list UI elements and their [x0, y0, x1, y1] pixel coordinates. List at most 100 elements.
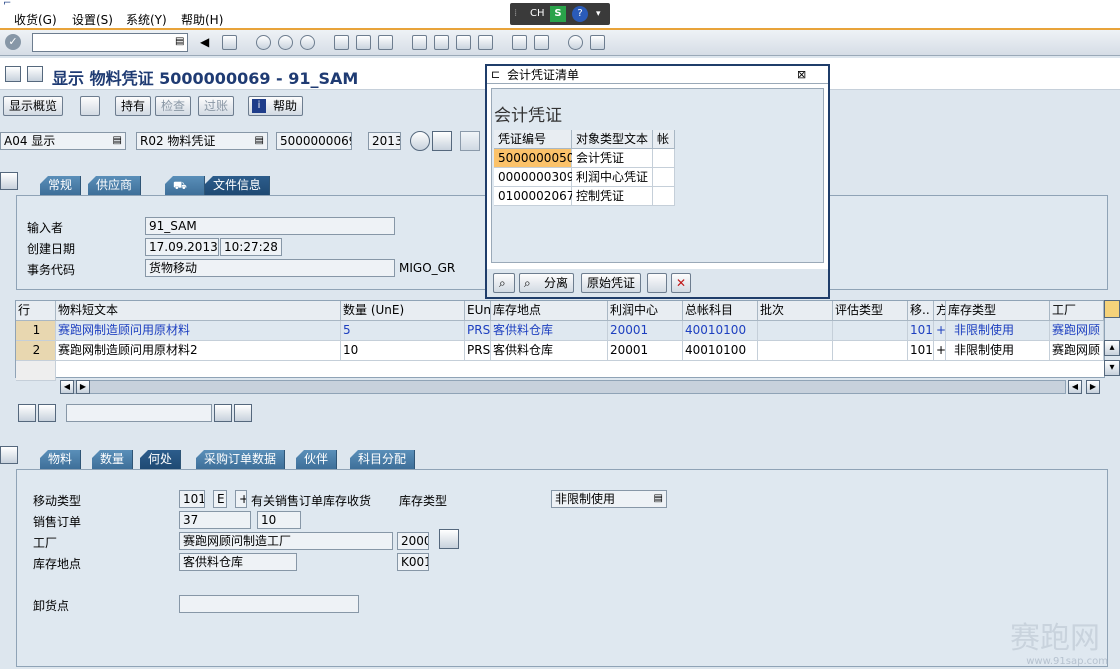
cell-gl-account[interactable]: 40010100	[683, 341, 758, 361]
cell-plant[interactable]: 赛跑网顾	[1050, 341, 1104, 361]
cell-gl-account[interactable]: 40010100	[683, 321, 758, 341]
shortcut-icon[interactable]	[534, 35, 549, 50]
command-history-icon[interactable]: ▤	[175, 36, 184, 47]
find-next-icon[interactable]	[234, 404, 252, 422]
cell-valuation[interactable]	[833, 321, 908, 341]
tab-general[interactable]: 常规	[40, 176, 82, 195]
cell-dir[interactable]: +	[934, 321, 946, 341]
object-type[interactable]: 利润中心凭证	[572, 168, 653, 187]
layout-icon[interactable]	[590, 35, 605, 50]
object-type[interactable]: 控制凭证	[572, 187, 653, 206]
find-icon[interactable]	[214, 404, 232, 422]
cell-valuation[interactable]	[833, 341, 908, 361]
cell-batch[interactable]	[758, 341, 833, 361]
ledger[interactable]	[653, 149, 675, 168]
column-settings-icon[interactable]	[1104, 300, 1120, 318]
help-button[interactable]: i 帮助	[248, 96, 304, 116]
menu-help[interactable]: 帮助(H)	[181, 11, 223, 28]
split-button[interactable]: ⌕ 分离	[519, 273, 575, 293]
command-field[interactable]	[32, 33, 188, 52]
binoculars-icon[interactable]	[432, 131, 452, 151]
cell-unit[interactable]: PRS	[465, 321, 491, 341]
last-page-icon[interactable]	[478, 35, 493, 50]
exit-icon[interactable]	[278, 35, 293, 50]
row-line-number[interactable]: 1	[16, 321, 56, 341]
tab-partner[interactable]: 伙伴	[296, 450, 338, 469]
col-header-profit-center[interactable]: 利润中心	[608, 301, 683, 321]
col-header-material[interactable]: 物料短文本	[56, 301, 341, 321]
delete-row-icon[interactable]	[18, 404, 36, 422]
new-session-icon[interactable]	[512, 35, 527, 50]
col-header-qty[interactable]: 数量 (UnE)	[341, 301, 465, 321]
empty-row-selector[interactable]	[16, 361, 56, 381]
menu-goods-receipt[interactable]: 收货(G)	[14, 11, 57, 28]
execute-icon[interactable]	[410, 131, 430, 151]
cell-qty[interactable]: 10	[341, 341, 465, 361]
cell-profit-center[interactable]: 20001	[608, 321, 683, 341]
print-icon[interactable]	[334, 35, 349, 50]
object-type[interactable]: 会计凭证	[572, 149, 653, 168]
cell-unit[interactable]: PRS	[465, 341, 491, 361]
grid-search-field[interactable]	[66, 404, 212, 422]
cell-stock-type[interactable]: 非限制使用	[946, 341, 1050, 361]
services-icon[interactable]	[5, 66, 21, 82]
ime-lang[interactable]: CH	[530, 8, 545, 19]
col-header-dir[interactable]: 方	[934, 301, 946, 321]
cancel-icon[interactable]: ✕	[671, 273, 691, 293]
print-button[interactable]	[647, 273, 667, 293]
find-next-icon[interactable]	[378, 35, 393, 50]
col-header-object-type[interactable]: 对象类型文本	[572, 130, 653, 149]
reference-select[interactable]: R02 物料凭证 ▤	[136, 132, 268, 150]
tab-vendor[interactable]: 供应商	[88, 176, 142, 195]
grid-icon[interactable]	[460, 131, 480, 151]
year-field[interactable]: 2013	[368, 132, 401, 150]
scroll-up-icon[interactable]: ▴	[1104, 340, 1120, 356]
original-doc-button[interactable]: 原始凭证	[581, 273, 642, 293]
cell-sloc[interactable]: 客供料仓库	[491, 321, 608, 341]
col-header-plant[interactable]: 工厂	[1050, 301, 1104, 321]
post-button[interactable]: 过账	[198, 96, 235, 116]
col-header-batch[interactable]: 批次	[758, 301, 833, 321]
cell-batch[interactable]	[758, 321, 833, 341]
tab-po-data[interactable]: 采购订单数据	[196, 450, 286, 469]
close-icon[interactable]: ⊠	[797, 66, 806, 84]
col-header-mvt[interactable]: 移..	[908, 301, 934, 321]
scroll-right-icon[interactable]: ▶	[76, 380, 90, 394]
tab-where[interactable]: 何处	[140, 450, 182, 469]
doc-number[interactable]: 0100002067	[494, 187, 574, 206]
tab-transport[interactable]: ⛟	[165, 176, 205, 195]
action-select[interactable]: A04 显示 ▤	[0, 132, 126, 150]
ime-help-icon[interactable]: ?	[572, 6, 588, 22]
scroll-right-icon[interactable]: ▶	[1086, 380, 1100, 394]
col-header-doc-no[interactable]: 凭证编号	[494, 130, 572, 149]
back-icon[interactable]	[256, 35, 271, 50]
help-icon[interactable]	[568, 35, 583, 50]
horizontal-scrollbar[interactable]	[60, 380, 1066, 394]
first-page-icon[interactable]	[412, 35, 427, 50]
app-menu-icon[interactable]: ⌐	[3, 0, 11, 9]
doc-number[interactable]: 0000000309	[494, 168, 574, 187]
cell-mvt[interactable]: 101	[908, 341, 934, 361]
scroll-down-icon[interactable]: ▾	[1104, 360, 1120, 376]
enter-icon[interactable]: ✓	[5, 34, 21, 50]
menu-system[interactable]: 系统(Y)	[126, 11, 167, 28]
col-header-stock-type[interactable]: 库存类型	[946, 301, 1050, 321]
overview-button[interactable]: 显示概览	[3, 96, 64, 116]
scroll-left-icon[interactable]: ◀	[1068, 380, 1082, 394]
cell-sloc[interactable]: 客供料仓库	[491, 341, 608, 361]
cell-plant[interactable]: 赛跑网顾	[1050, 321, 1104, 341]
new-doc-button[interactable]	[80, 96, 100, 116]
status-icon[interactable]	[27, 66, 43, 82]
tab-doc-info[interactable]: 文件信息	[205, 176, 271, 195]
next-page-icon[interactable]	[456, 35, 471, 50]
plant-address-icon[interactable]	[439, 529, 459, 549]
back-arrow-icon[interactable]: ◀	[200, 35, 215, 50]
find-icon[interactable]	[356, 35, 371, 50]
cell-stock-type[interactable]: 非限制使用	[946, 321, 1050, 341]
row-line-number[interactable]: 2	[16, 341, 56, 361]
col-header-ledger[interactable]: 帐	[653, 130, 675, 149]
collapse-detail-icon[interactable]	[0, 446, 18, 464]
col-header-sloc[interactable]: 库存地点	[491, 301, 608, 321]
col-header-line[interactable]: 行	[16, 301, 56, 321]
ledger[interactable]	[653, 168, 675, 187]
